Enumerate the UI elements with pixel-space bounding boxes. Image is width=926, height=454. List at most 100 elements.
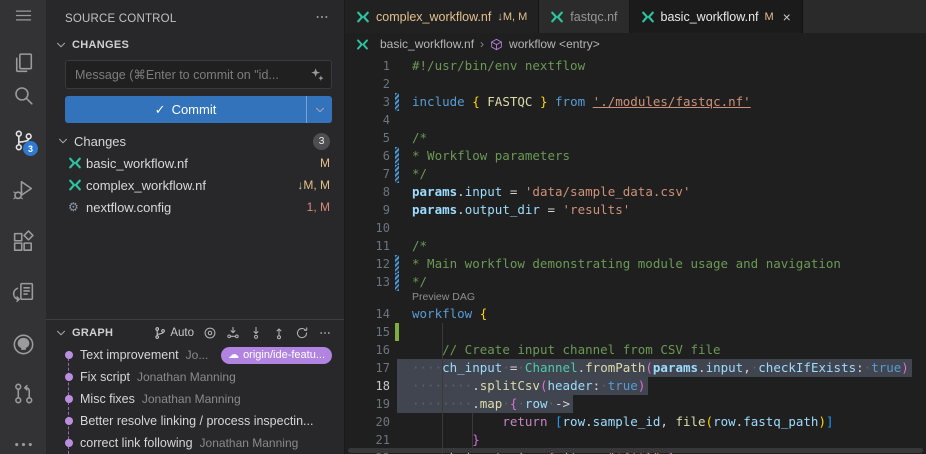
code-line[interactable]: 12* Main workflow demonstrating module u… bbox=[345, 255, 926, 273]
code-line[interactable]: 7*/ bbox=[345, 165, 926, 183]
code-line[interactable]: 18········.splitCsv(header:·true) bbox=[345, 377, 926, 395]
changed-files-list: basic_workflow.nfMcomplex_workflow.nf↓M,… bbox=[46, 152, 344, 218]
code-line[interactable]: 1#!/usr/bin/env nextflow bbox=[345, 57, 926, 75]
horizontal-scrollbar[interactable] bbox=[348, 448, 923, 453]
code-line[interactable]: 19········.map·{·row·-> bbox=[345, 395, 926, 413]
file-sync-icon[interactable] bbox=[0, 280, 46, 305]
editor-tab-fastqc.nf[interactable]: fastqc.nf bbox=[539, 0, 629, 33]
line-number[interactable]: 2 bbox=[345, 75, 397, 93]
code-line[interactable]: 21 } bbox=[345, 431, 926, 449]
commit-dropdown-button[interactable] bbox=[306, 96, 332, 123]
commit-button-main[interactable]: ✓Commit bbox=[65, 102, 306, 118]
line-number[interactable]: 6 bbox=[345, 147, 397, 165]
code-line[interactable]: 9params.output_dir = 'results' bbox=[345, 201, 926, 219]
explorer-icon[interactable] bbox=[0, 51, 46, 76]
line-number[interactable]: 20 bbox=[345, 413, 397, 431]
commit-row[interactable]: Text improvementJo...☁origin/ide-featu..… bbox=[46, 344, 344, 366]
graph-auto-toggle[interactable]: Auto bbox=[153, 326, 194, 340]
breadcrumb-separator: › bbox=[480, 37, 484, 51]
line-number[interactable]: 3 bbox=[345, 93, 397, 111]
graph-section-header[interactable]: GRAPH Auto bbox=[46, 320, 344, 344]
branch-pill[interactable]: ☁origin/ide-featu... bbox=[221, 347, 332, 364]
line-number[interactable]: 1 bbox=[345, 57, 397, 75]
search-icon[interactable] bbox=[0, 83, 46, 108]
code-line[interactable]: 17····ch_input·=·Channel.fromPath(params… bbox=[345, 359, 926, 377]
more-actions-icon[interactable] bbox=[0, 432, 46, 454]
scm-file-row[interactable]: ⚙nextflow.config1, M bbox=[46, 196, 344, 218]
line-number[interactable]: 8 bbox=[345, 183, 397, 201]
code-line[interactable]: 20 return [row.sample_id, file(row.fastq… bbox=[345, 413, 926, 431]
extensions-icon[interactable] bbox=[0, 230, 46, 255]
menu-icon[interactable] bbox=[0, 5, 46, 26]
code-line[interactable]: 3include { FASTQC } from './modules/fast… bbox=[345, 93, 926, 111]
code-line[interactable]: 13*/ bbox=[345, 273, 926, 291]
close-icon[interactable]: × bbox=[783, 10, 791, 24]
code-line[interactable]: 10 bbox=[345, 219, 926, 237]
pull-request-icon[interactable] bbox=[0, 381, 46, 406]
source-control-icon[interactable]: 3 bbox=[0, 128, 46, 153]
line-number[interactable]: 9 bbox=[345, 201, 397, 219]
commit-button[interactable]: ✓Commit bbox=[65, 96, 332, 123]
code-line[interactable]: 4 bbox=[345, 111, 926, 129]
editor-tab-basic_workflow.nf[interactable]: basic_workflow.nfM× bbox=[630, 0, 803, 33]
code-line-content bbox=[397, 219, 412, 237]
code-line[interactable]: 8params.input = 'data/sample_data.csv' bbox=[345, 183, 926, 201]
line-number[interactable]: 5 bbox=[345, 129, 397, 147]
fetch-icon[interactable] bbox=[226, 326, 240, 340]
code-line[interactable]: 15 bbox=[345, 323, 926, 341]
run-debug-icon[interactable] bbox=[0, 177, 46, 202]
line-number[interactable]: 4 bbox=[345, 111, 397, 129]
scm-file-row[interactable]: complex_workflow.nf↓M, M bbox=[46, 174, 344, 196]
breadcrumb-symbol[interactable]: workflow <entry> bbox=[509, 37, 600, 51]
code-editor[interactable]: 1#!/usr/bin/env nextflow23include { FAST… bbox=[345, 55, 926, 454]
check-icon: ✓ bbox=[155, 102, 166, 118]
code-line[interactable]: 11/* bbox=[345, 237, 926, 255]
changes-section-header[interactable]: CHANGES bbox=[46, 30, 344, 56]
commit-row[interactable]: correct link followingJonathan Manning bbox=[46, 432, 344, 454]
code-line[interactable]: 16 // Create input channel from CSV file bbox=[345, 341, 926, 359]
commit-row[interactable]: Fix scriptJonathan Manning bbox=[46, 366, 344, 388]
line-number[interactable]: 12 bbox=[345, 255, 397, 273]
branch-mini-icon bbox=[153, 326, 167, 340]
copilot-sparkle-icon[interactable] bbox=[310, 67, 325, 85]
target-icon[interactable] bbox=[203, 326, 217, 340]
commit-message: correct link following bbox=[80, 436, 193, 450]
code-line[interactable]: 6* Workflow parameters bbox=[345, 147, 926, 165]
commit-row[interactable]: Better resolve linking / process inspect… bbox=[46, 410, 344, 432]
code-line[interactable]: 2 bbox=[345, 75, 926, 93]
line-number[interactable]: 19 bbox=[345, 395, 397, 413]
commit-dot-icon bbox=[65, 373, 73, 381]
line-number[interactable]: 10 bbox=[345, 219, 397, 237]
line-number[interactable]: 15 bbox=[345, 323, 397, 341]
code-line[interactable]: 14workflow { bbox=[345, 305, 926, 323]
line-number[interactable]: 16 bbox=[345, 341, 397, 359]
changes-tree-header[interactable]: Changes 3 bbox=[46, 130, 344, 152]
commit-dot-icon bbox=[65, 395, 73, 403]
commit-message-input[interactable] bbox=[65, 60, 332, 89]
commit-row[interactable]: Misc fixesJonathan Manning bbox=[46, 388, 344, 410]
github-icon[interactable] bbox=[0, 332, 46, 357]
sidebar-more-icon[interactable] bbox=[314, 9, 330, 28]
line-number[interactable]: 11 bbox=[345, 237, 397, 255]
line-number[interactable]: 14 bbox=[345, 305, 397, 323]
code-line-content: workflow { bbox=[397, 305, 487, 323]
breadcrumb[interactable]: basic_workflow.nf › workflow <entry> bbox=[345, 33, 926, 55]
codelens-preview-dag[interactable]: Preview DAG bbox=[345, 291, 926, 305]
breadcrumb-file[interactable]: basic_workflow.nf bbox=[380, 37, 474, 51]
pull-icon[interactable] bbox=[249, 326, 263, 340]
tab-filler bbox=[803, 0, 926, 33]
refresh-icon[interactable] bbox=[295, 326, 309, 340]
gutter-modified-marker bbox=[395, 273, 399, 291]
push-icon[interactable] bbox=[272, 326, 286, 340]
symbol-cube-icon bbox=[490, 38, 503, 51]
graph-more-icon[interactable] bbox=[318, 326, 332, 340]
editor-tab-complex_workflow.nf[interactable]: complex_workflow.nf↓M, M bbox=[345, 0, 539, 33]
scm-file-row[interactable]: basic_workflow.nfM bbox=[46, 152, 344, 174]
graph-toolbar: Auto bbox=[153, 326, 332, 340]
line-number[interactable]: 13 bbox=[345, 273, 397, 291]
code-line[interactable]: 5/* bbox=[345, 129, 926, 147]
line-number[interactable]: 21 bbox=[345, 431, 397, 449]
line-number[interactable]: 18 bbox=[345, 377, 397, 395]
line-number[interactable]: 7 bbox=[345, 165, 397, 183]
line-number[interactable]: 17 bbox=[345, 359, 397, 377]
